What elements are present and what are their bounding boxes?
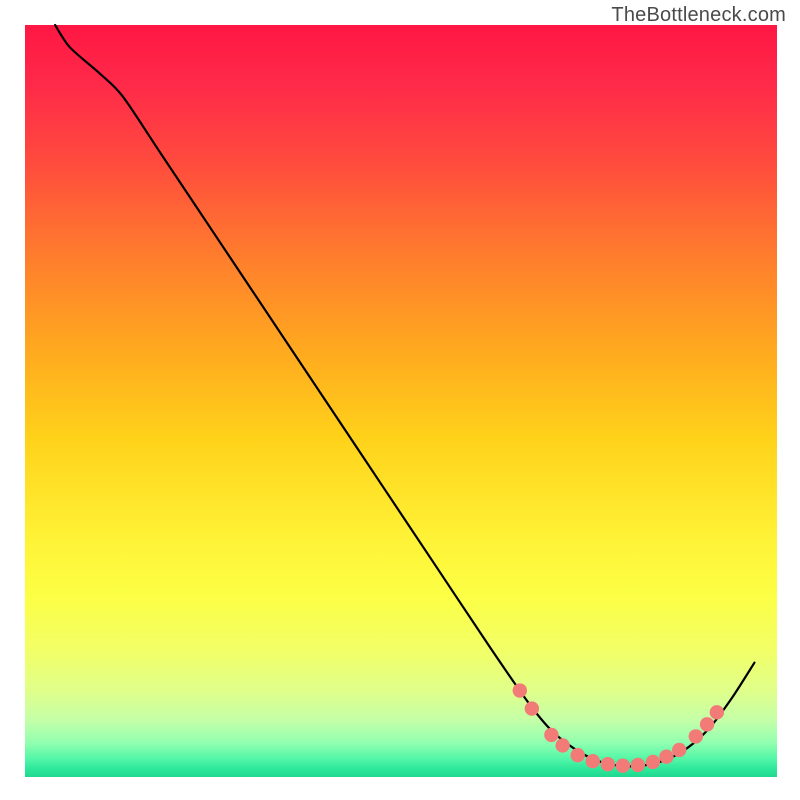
- watermark-text: TheBottleneck.com: [611, 4, 786, 27]
- data-dot: [631, 758, 645, 772]
- bottleneck-chart: TheBottleneck.com: [0, 0, 800, 800]
- data-dot: [571, 748, 585, 762]
- data-dot: [513, 683, 527, 697]
- data-dot: [672, 743, 686, 757]
- chart-svg: [0, 0, 800, 800]
- data-dot: [544, 728, 558, 742]
- data-dot: [586, 754, 600, 768]
- data-dot: [555, 738, 569, 752]
- data-dot: [525, 701, 539, 715]
- gradient-background: [25, 25, 777, 777]
- data-dot: [659, 749, 673, 763]
- data-dot: [710, 705, 724, 719]
- data-dot: [616, 759, 630, 773]
- data-dot: [601, 757, 615, 771]
- data-dot: [646, 755, 660, 769]
- data-dot: [689, 729, 703, 743]
- data-dot: [700, 717, 714, 731]
